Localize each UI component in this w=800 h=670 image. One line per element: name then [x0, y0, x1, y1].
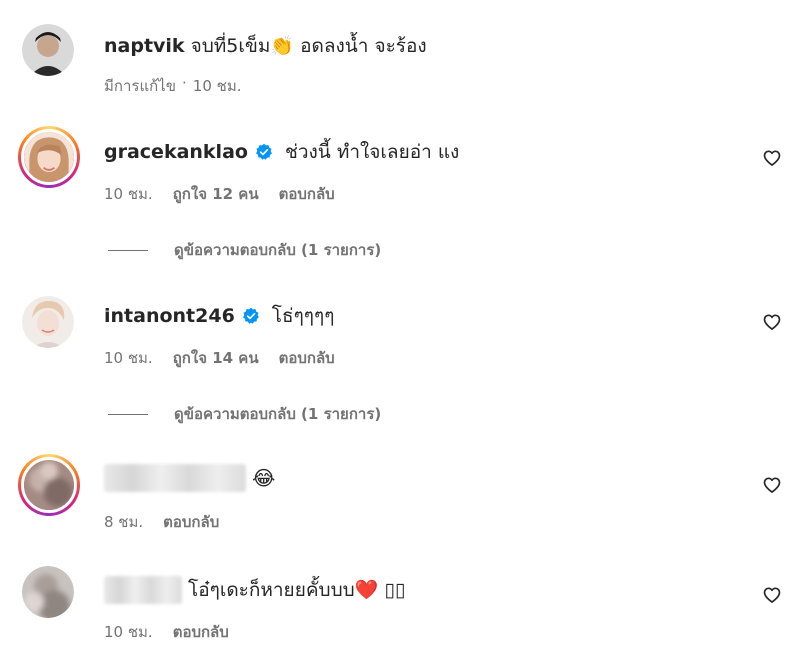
avatar-image: [22, 24, 74, 76]
comment-time[interactable]: 10 ชม.: [104, 182, 153, 206]
heart-icon[interactable]: [762, 475, 782, 495]
comment-item: 😂 8 ชม. ตอบกลับ: [0, 440, 800, 550]
avatar-image: [22, 566, 74, 618]
heart-icon[interactable]: [762, 312, 782, 332]
verified-badge-icon: [256, 143, 272, 160]
comment-text: โอ๋ๆเดะก็หายยคั้บบบ❤️ ▯▯: [188, 579, 406, 601]
comment-text: โธ่ๆๆๆๆ: [271, 305, 335, 327]
like-count[interactable]: ถูกใจ 14 คน: [173, 346, 259, 370]
avatar[interactable]: [18, 126, 80, 188]
comment-meta: มีการแก้ไข · 10 ชม.: [104, 74, 241, 98]
comment-time[interactable]: 10 ชม.: [104, 620, 153, 644]
avatar[interactable]: [18, 454, 80, 516]
avatar[interactable]: [22, 24, 74, 76]
avatar-image: [24, 460, 74, 510]
replies-dash: [108, 413, 148, 415]
comment-item: โอ๋ๆเดะก็หายยคั้บบบ❤️ ▯▯ 10 ชม. ตอบกลับ: [0, 550, 800, 670]
comment-meta: 10 ชม. ถูกใจ 14 คน ตอบกลับ: [104, 346, 335, 370]
heart-icon[interactable]: [762, 585, 782, 605]
verified-badge-icon: [242, 307, 259, 324]
comment-text: จบที่5เข็ม👏 อดลงน้ำ จะร้อง: [190, 35, 427, 57]
comment-username[interactable]: naptvik: [104, 34, 185, 58]
avatar-inner: [21, 129, 77, 185]
comment-line: intanont246 โธ่ๆๆๆๆ: [104, 304, 334, 328]
reply-button[interactable]: ตอบกลับ: [173, 620, 229, 644]
reply-button[interactable]: ตอบกลับ: [279, 346, 335, 370]
comment-item: naptvik จบที่5เข็ม👏 อดลงน้ำ จะร้อง มีการ…: [0, 0, 800, 110]
comment-time[interactable]: 10 ชม.: [193, 74, 242, 98]
avatar[interactable]: [22, 296, 74, 348]
comment-meta: 8 ชม. ตอบกลับ: [104, 510, 219, 534]
comment-item: intanont246 โธ่ๆๆๆๆ 10 ชม. ถูกใจ 14 คน ต…: [0, 280, 800, 440]
comment-time[interactable]: 8 ชม.: [104, 510, 143, 534]
blurred-username: [104, 576, 182, 604]
meta-separator: ·: [182, 74, 187, 92]
comment-line: 😂: [104, 464, 275, 492]
comment-time[interactable]: 10 ชม.: [104, 346, 153, 370]
comment-line: โอ๋ๆเดะก็หายยคั้บบบ❤️ ▯▯: [104, 576, 405, 604]
view-replies-button[interactable]: ดูข้อความตอบกลับ (1 รายการ): [108, 402, 381, 426]
view-replies-label: ดูข้อความตอบกลับ (1 รายการ): [174, 405, 382, 423]
comment-username[interactable]: intanont246: [104, 304, 235, 328]
reply-button[interactable]: ตอบกลับ: [163, 510, 219, 534]
comment-line: gracekanklao ช่วงนี้ ทำใจเลยอ่า แง: [104, 140, 459, 164]
avatar-image: [22, 296, 74, 348]
reply-button[interactable]: ตอบกลับ: [279, 182, 335, 206]
comment-line: naptvik จบที่5เข็ม👏 อดลงน้ำ จะร้อง: [104, 34, 427, 58]
avatar-inner: [21, 457, 77, 513]
comment-username[interactable]: gracekanklao: [104, 140, 248, 164]
view-replies-label: ดูข้อความตอบกลับ (1 รายการ): [174, 241, 382, 259]
heart-icon[interactable]: [762, 148, 782, 168]
comment-text: ช่วงนี้ ทำใจเลยอ่า แง: [284, 141, 460, 163]
comment-item: gracekanklao ช่วงนี้ ทำใจเลยอ่า แง 10 ชม…: [0, 110, 800, 280]
blurred-username: [104, 464, 246, 492]
comment-meta: 10 ชม. ตอบกลับ: [104, 620, 229, 644]
avatar[interactable]: [22, 566, 74, 618]
view-replies-button[interactable]: ดูข้อความตอบกลับ (1 รายการ): [108, 238, 381, 262]
comment-text: 😂: [252, 466, 276, 490]
avatar-image: [24, 132, 74, 182]
edited-label: มีการแก้ไข: [104, 77, 176, 95]
comment-meta: 10 ชม. ถูกใจ 12 คน ตอบกลับ: [104, 182, 335, 206]
like-count[interactable]: ถูกใจ 12 คน: [173, 182, 259, 206]
replies-dash: [108, 249, 148, 251]
